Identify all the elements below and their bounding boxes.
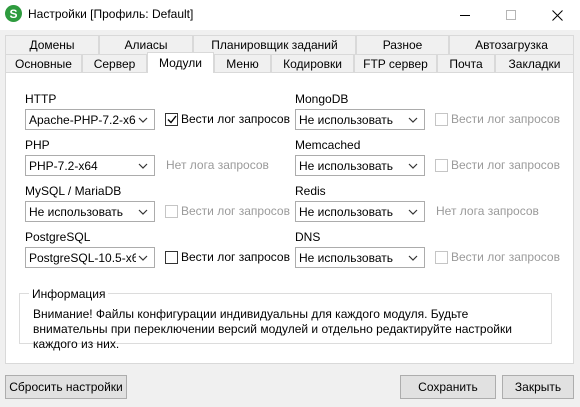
info-title: Информация [29,287,109,301]
minimize-icon [460,14,470,16]
save-button[interactable]: Сохранить [400,375,496,399]
redis-no-log-label: Нет лога запросов [436,204,539,218]
dns-select-value: Не использовать [299,250,393,265]
tab-modules[interactable]: Модули [147,52,214,73]
mysql-label: MySQL / MariaDB [25,184,122,198]
php-no-log-label: Нет лога запросов [166,158,269,172]
checkbox-unchecked-icon [165,204,178,218]
postgresql-select[interactable]: PostgreSQL-10.5-x64 [25,247,155,268]
php-label: PHP [25,138,50,152]
postgresql-log-checkbox[interactable]: Вести лог запросов [165,250,290,264]
postgresql-label: PostgreSQL [25,230,91,244]
mysql-select-value: Не использовать [29,204,123,219]
chevron-down-icon [406,159,420,173]
chevron-down-icon [406,251,420,265]
http-log-label: Вести лог запросов [181,112,290,126]
chevron-down-icon [136,205,150,219]
tab-bookmarks[interactable]: Закладки [495,54,574,73]
redis-select[interactable]: Не использовать [295,201,425,222]
mysql-select[interactable]: Не использовать [25,201,155,222]
app-logo-icon: S [5,5,22,22]
maximize-button[interactable] [488,0,534,30]
dns-label: DNS [295,230,321,244]
tab-encodings[interactable]: Кодировки [271,54,354,73]
tab-autostart[interactable]: Автозагрузка [449,35,574,54]
checkbox-unchecked-icon [165,250,178,264]
tab-server[interactable]: Сервер [82,54,147,73]
memcached-log-checkbox[interactable]: Вести лог запросов [435,158,560,172]
mysql-log-label: Вести лог запросов [181,204,290,218]
postgresql-log-label: Вести лог запросов [181,250,290,264]
dns-log-label: Вести лог запросов [451,250,560,264]
memcached-log-label: Вести лог запросов [451,158,560,172]
minimize-button[interactable] [442,0,488,30]
http-log-checkbox[interactable]: Вести лог запросов [165,112,290,126]
reset-settings-button[interactable]: Сбросить настройки [5,375,127,399]
maximize-icon [506,10,516,20]
tab-domains[interactable]: Домены [5,35,99,54]
chevron-down-icon [406,113,420,127]
mongodb-select[interactable]: Не использовать [295,109,425,130]
postgresql-select-value: PostgreSQL-10.5-x64 [29,250,136,265]
info-text: Внимание! Файлы конфигурации индивидуаль… [33,307,512,351]
http-select-value: Apache-PHP-7.2-x64 [29,112,136,127]
dns-select[interactable]: Не использовать [295,247,425,268]
mysql-log-checkbox[interactable]: Вести лог запросов [165,204,290,218]
tab-mail[interactable]: Почта [437,54,495,73]
tab-basic[interactable]: Основные [5,54,82,73]
mongodb-select-value: Не использовать [299,112,393,127]
chevron-down-icon [136,159,150,173]
mongodb-log-checkbox[interactable]: Вести лог запросов [435,112,560,126]
checkbox-unchecked-icon [435,158,448,172]
dns-log-checkbox[interactable]: Вести лог запросов [435,250,560,264]
checkbox-unchecked-icon [435,250,448,264]
checkbox-checked-icon [165,112,178,126]
tab-misc[interactable]: Разное [356,35,449,54]
chevron-down-icon [136,251,150,265]
mongodb-log-label: Вести лог запросов [451,112,560,126]
close-icon [551,9,563,21]
memcached-select[interactable]: Не использовать [295,155,425,176]
close-button[interactable]: Закрыть [502,375,574,399]
memcached-label: Memcached [295,138,361,152]
php-select[interactable]: PHP-7.2-x64 [25,155,155,176]
tab-ftp-server[interactable]: FTP сервер [354,54,437,73]
php-select-value: PHP-7.2-x64 [29,158,98,173]
memcached-select-value: Не использовать [299,158,393,173]
title-bar: S Настройки [Профиль: Default] [0,0,580,30]
checkbox-unchecked-icon [435,112,448,126]
tab-scheduler[interactable]: Планировщик заданий [193,35,356,54]
redis-select-value: Не использовать [299,204,393,219]
close-window-button[interactable] [534,0,580,30]
redis-label: Redis [295,184,326,198]
mongodb-label: MongoDB [295,92,349,106]
window-title: Настройки [Профиль: Default] [28,7,194,21]
chevron-down-icon [136,113,150,127]
chevron-down-icon [406,205,420,219]
tab-menu[interactable]: Меню [214,54,271,73]
http-label: HTTP [25,92,57,106]
http-select[interactable]: Apache-PHP-7.2-x64 [25,109,155,130]
